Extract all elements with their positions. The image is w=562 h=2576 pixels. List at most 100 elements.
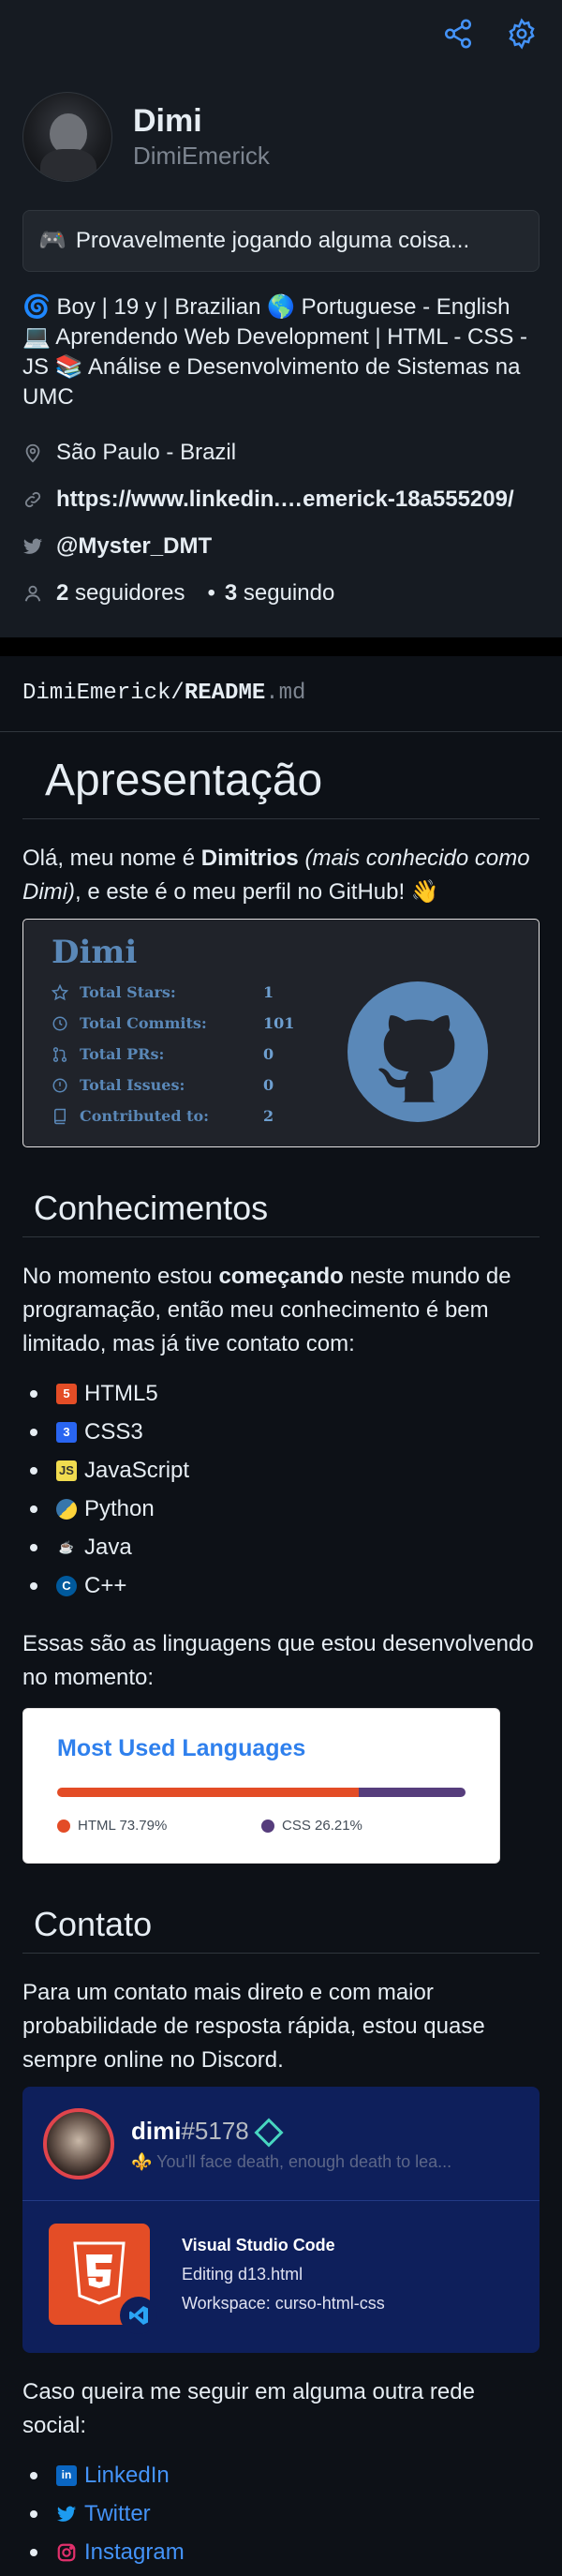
activity-state-text: Workspace: curso-html-css — [182, 2293, 385, 2313]
discord-custom-status: ⚜️ You'll face death, enough death to le… — [131, 2151, 452, 2171]
followers-link[interactable]: 2 seguidores — [56, 577, 185, 610]
skills-list: 5 HTML5 3 CSS3 JS JavaScript Python ☕ Java C… — [22, 1374, 540, 1605]
settings-gear-icon[interactable] — [506, 18, 538, 50]
activity-details-text: Editing d13.html — [182, 2264, 303, 2284]
languages-bar — [57, 1787, 466, 1797]
readme: DimiEmerick/README .md Apresentação Olá, … — [0, 656, 562, 2571]
avatar[interactable] — [22, 92, 112, 182]
readme-path-user: DimiEmerick/ — [22, 681, 185, 706]
discord-presence-card[interactable]: dimi#5178 ⚜️ You'll face death, enough d… — [22, 2087, 540, 2353]
list-item[interactable]: in LinkedIn — [56, 2456, 540, 2494]
discord-avatar — [43, 2107, 114, 2179]
intro-name: Dimitrios — [200, 846, 299, 871]
followers-count: 2 — [56, 580, 69, 606]
repo-icon — [54, 1108, 66, 1124]
profile-meta: São Paulo - Brazil https://www.linkedin.… — [22, 429, 540, 617]
list-item: 5 HTML5 — [56, 1374, 540, 1413]
activity-app: Visual Studio Code — [182, 2235, 335, 2254]
languages-legend: HTML 73.79% CSS 26.21% — [57, 1816, 466, 1837]
status-box[interactable]: 🎮 Provavelmente jogando alguma coisa... — [22, 210, 540, 272]
list-item[interactable]: Instagram — [56, 2533, 540, 2571]
share-icon[interactable] — [442, 18, 474, 50]
javascript-icon: JS — [56, 1460, 77, 1481]
location-pin-icon — [25, 443, 40, 463]
identity-row: Dimi DimiEmerick — [22, 92, 540, 182]
heading-contato: Contato — [22, 1903, 540, 1954]
location-row: São Paulo - Brazil — [22, 429, 540, 476]
knowledge-paragraph: No momento estou começando neste mundo d… — [22, 1260, 540, 1361]
status-text: Provavelmente jogando alguma coisa... — [75, 228, 470, 253]
website-link[interactable]: https://www.linkedin.…emerick-18a555209/ — [56, 483, 514, 517]
stats-card-name: Dimi — [52, 934, 138, 971]
cpp-icon: C — [56, 1575, 77, 1596]
github-octocat-icon — [348, 981, 488, 1122]
profile-name: Dimi — [133, 102, 202, 139]
html5-activity-icon — [49, 2224, 157, 2334]
skill-label: HTML5 — [84, 1381, 158, 1406]
bio-line: 💻 Aprendendo Web Development | HTML - CS… — [22, 324, 528, 350]
list-item: JS JavaScript — [56, 1451, 540, 1490]
link-icon — [24, 491, 41, 508]
skill-label: Python — [84, 1496, 155, 1521]
stats-value: 101 — [263, 1013, 295, 1032]
discord-discriminator: #5178 — [181, 2116, 249, 2145]
top-actions — [22, 0, 540, 67]
intro-text: Olá, meu nome é — [22, 846, 201, 871]
html-swatch — [57, 1819, 70, 1833]
github-stats-card[interactable]: Dimi Total Stars: 1 Total Commits: 101 T… — [22, 919, 540, 1147]
instagram-link[interactable]: Instagram — [84, 2533, 185, 2571]
discord-user-row: dimi#5178 ⚜️ You'll face death, enough d… — [22, 2087, 540, 2201]
followers-label: seguidores — [75, 580, 185, 606]
heading-conhecimentos: Conhecimentos — [22, 1187, 540, 1237]
stats-label: Total Commits: — [80, 1013, 207, 1032]
readme-path-file: README — [184, 681, 266, 706]
profile-bio: 🌀 Boy | 19 y | Brazilian 🌎 Portuguese - … — [22, 292, 540, 412]
twitter-bird-icon — [22, 538, 43, 554]
list-item: ☕ Java — [56, 1528, 540, 1566]
skill-label: Java — [84, 1535, 132, 1560]
twitter-row[interactable]: @Myster_DMT — [22, 523, 540, 570]
stats-value: 1 — [263, 982, 274, 1001]
skill-label: JavaScript — [84, 1458, 190, 1483]
stats-label: Total Issues: — [80, 1075, 185, 1094]
profile-header: Dimi DimiEmerick 🎮 Provavelmente jogando… — [0, 0, 562, 637]
legend-label: HTML 73.79% — [78, 1817, 168, 1834]
activity-details: Visual Studio Code Editing d13.html Work… — [182, 2233, 385, 2316]
separator-dot: • — [207, 580, 215, 606]
section-separator — [0, 637, 562, 656]
location-text: São Paulo - Brazil — [56, 440, 237, 465]
twitter-link[interactable]: Twitter — [84, 2494, 151, 2533]
nitro-badge-icon — [254, 2118, 284, 2148]
bio-line: 🌀 Boy | 19 y | Brazilian 🌎 Portuguese - … — [22, 294, 510, 320]
social-intro: Caso queira me seguir em alguma outra re… — [22, 2379, 475, 2438]
legend-item: CSS 26.21% — [261, 1816, 466, 1837]
following-link[interactable]: 3 seguindo — [225, 577, 334, 610]
heading-apresentacao: Apresentação — [22, 732, 540, 819]
instagram-icon — [56, 2542, 77, 2563]
list-item: C C++ — [56, 1566, 540, 1605]
discord-activity: Visual Studio Code Editing d13.html Work… — [22, 2201, 540, 2347]
social-list: in LinkedIn Twitter Instagram — [22, 2456, 540, 2571]
person-icon — [24, 585, 41, 602]
intro-paragraph: Olá, meu nome é Dimitrios (mais conhecid… — [22, 842, 540, 909]
vscode-icon — [120, 2297, 157, 2334]
contact-paragraph: Para um contato mais direto e com maior … — [22, 1980, 485, 2073]
linkedin-link[interactable]: LinkedIn — [84, 2456, 170, 2494]
star-icon — [52, 983, 68, 1000]
discord-user-info: dimi#5178 ⚜️ You'll face death, enough d… — [131, 2113, 451, 2175]
most-used-languages-card[interactable]: Most Used Languages HTML 73.79% CSS 26.2… — [22, 1708, 500, 1864]
names: Dimi DimiEmerick — [133, 101, 270, 172]
knowledge-text: No momento estou — [22, 1264, 219, 1289]
follow-row[interactable]: 2 seguidores • 3 seguindo — [22, 570, 540, 617]
website-row[interactable]: https://www.linkedin.…emerick-18a555209/ — [22, 476, 540, 523]
stats-value: 0 — [263, 1075, 274, 1094]
skill-label: CSS3 — [84, 1419, 143, 1445]
languages-card-title: Most Used Languages — [57, 1735, 306, 1761]
twitter-handle[interactable]: @Myster_DMT — [56, 530, 212, 563]
discord-username: dimi#5178 — [131, 2113, 451, 2149]
css-bar-segment — [358, 1787, 466, 1797]
list-item[interactable]: Twitter — [56, 2494, 540, 2533]
stats-value: 0 — [263, 1044, 274, 1063]
bio-line: JS 📚 Análise e Desenvolvimento de Sistem… — [22, 354, 521, 380]
pull-request-icon — [52, 1046, 67, 1062]
